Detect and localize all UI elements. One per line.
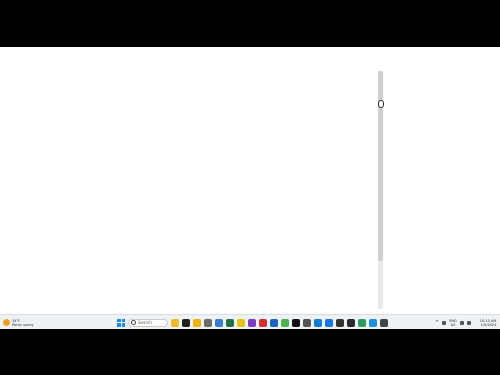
notes-icon[interactable] (237, 318, 245, 327)
media-player-icon[interactable] (182, 318, 190, 327)
ie-icon[interactable] (270, 318, 278, 327)
vscode-icon[interactable] (325, 318, 333, 327)
windows-taskbar: 34°F Partly sunny Search ^ ENG US 10:10 … (0, 314, 500, 329)
taskbar-search-input[interactable]: Search (128, 318, 168, 327)
pinned-apps (171, 318, 388, 327)
folder-icon[interactable] (193, 318, 201, 327)
snipping-tool-icon[interactable] (380, 318, 388, 327)
clock-time: 10:10 AM (479, 318, 497, 323)
clock[interactable]: 10:10 AM 1/5/2024 (480, 319, 497, 327)
wrench-icon[interactable] (303, 318, 311, 327)
chevron-up-icon[interactable]: ^ (435, 320, 439, 326)
visual-studio-icon[interactable] (248, 318, 256, 327)
settings-icon[interactable] (204, 318, 212, 327)
file-explorer-icon[interactable] (171, 318, 179, 327)
weather-sun-icon (3, 319, 10, 326)
remote-desktop-icon[interactable] (369, 318, 377, 327)
camera-icon[interactable] (215, 318, 223, 327)
taskbar-center: Search (117, 317, 388, 328)
volume-icon[interactable] (466, 320, 471, 325)
search-label: Search (138, 320, 152, 325)
wifi-icon[interactable] (459, 320, 464, 325)
terminal-icon[interactable] (347, 318, 355, 327)
search-icon (131, 320, 136, 325)
cloud-icon[interactable] (442, 320, 447, 325)
weather-widget[interactable]: 34°F Partly sunny (3, 317, 34, 328)
start-button[interactable] (117, 318, 125, 327)
clock-date: 1/5/2024 (480, 322, 497, 327)
obs-icon[interactable] (336, 318, 344, 327)
github-icon[interactable] (292, 318, 300, 327)
weather-condition: Partly sunny (12, 322, 34, 327)
language-indicator[interactable]: ENG US (449, 319, 457, 327)
maps-icon[interactable] (358, 318, 366, 327)
security-icon[interactable] (259, 318, 267, 327)
blank-document-area[interactable] (0, 47, 500, 314)
edge-icon[interactable] (314, 318, 322, 327)
system-tray: ^ ENG US 10:10 AM 1/5/2024 (435, 317, 496, 328)
mouse-cursor (378, 100, 384, 108)
desktop-screen: 34°F Partly sunny Search ^ ENG US 10:10 … (0, 47, 500, 329)
chrome-icon[interactable] (281, 318, 289, 327)
excel-icon[interactable] (226, 318, 234, 327)
